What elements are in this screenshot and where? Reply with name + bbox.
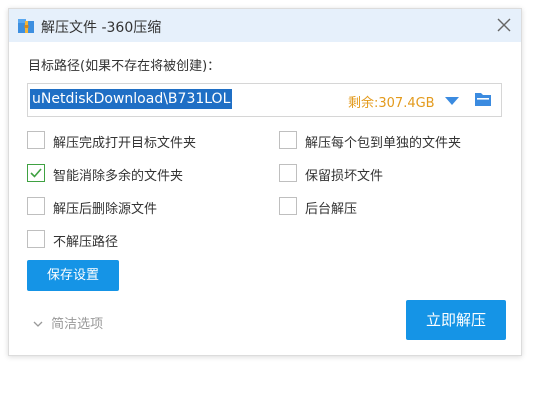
simple-options-toggle[interactable]: 简洁选项 [33, 313, 103, 332]
extract-dialog: 解压文件 -360压缩 目标路径(如果不存在将被创建)： uNetdiskDow… [8, 8, 522, 356]
option-label: 保留损坏文件 [305, 169, 384, 184]
target-path-label: 目标路径(如果不存在将被创建)： [28, 59, 221, 74]
free-space-label: 剩余:307.4GB [348, 96, 435, 111]
simple-options-label: 简洁选项 [51, 317, 104, 332]
checkbox[interactable] [279, 197, 297, 215]
folder-icon[interactable] [474, 91, 492, 107]
option-label: 智能消除多余的文件夹 [53, 169, 184, 184]
target-path-input[interactable]: uNetdiskDownload\B731LOL [30, 89, 233, 109]
checkbox[interactable] [27, 131, 45, 149]
chevron-down-icon[interactable] [445, 97, 459, 105]
checkbox[interactable] [279, 164, 297, 182]
checkbox[interactable] [27, 230, 45, 248]
chevron-down-icon [33, 317, 47, 332]
option-label: 不解压路径 [53, 235, 119, 250]
option-label: 后台解压 [305, 202, 358, 217]
checkbox[interactable] [279, 131, 297, 149]
360-zip-icon [17, 18, 35, 34]
option-label: 解压每个包到单独的文件夹 [305, 136, 462, 151]
target-path-combobox[interactable]: uNetdiskDownload\B731LOL 剩余:307.4GB [27, 83, 502, 117]
checkbox[interactable] [27, 197, 45, 215]
option-label: 解压后删除源文件 [53, 202, 158, 217]
option-label: 解压完成打开目标文件夹 [53, 136, 197, 151]
extract-now-button[interactable]: 立即解压 [406, 300, 506, 340]
close-icon[interactable] [495, 16, 513, 34]
window-title: 解压文件 -360压缩 [41, 20, 162, 36]
title-bar: 解压文件 -360压缩 [9, 9, 521, 42]
checkbox-checked[interactable] [27, 164, 45, 182]
save-settings-button[interactable]: 保存设置 [27, 260, 119, 291]
check-icon [30, 168, 42, 178]
